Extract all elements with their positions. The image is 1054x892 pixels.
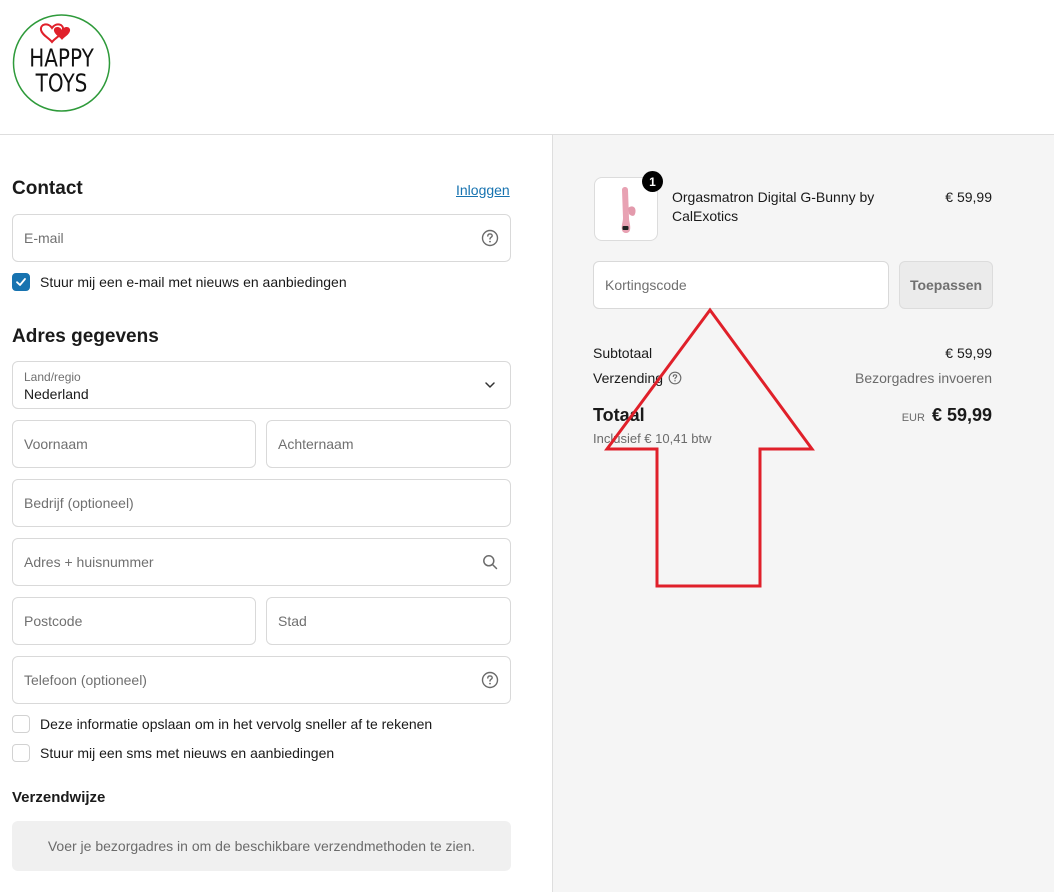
newsletter-label: Stuur mij een e-mail met nieuws en aanbi… (40, 274, 347, 290)
check-icon (16, 278, 26, 286)
product-price: € 59,99 (945, 189, 992, 205)
total-row-value: EUR € 59,99 (902, 405, 992, 426)
first-name-placeholder: Voornaam (24, 436, 88, 452)
apply-discount-button[interactable]: Toepassen (899, 261, 993, 309)
city-field[interactable]: Stad (266, 597, 511, 645)
save-info-checkbox-row[interactable]: Deze informatie opslaan om in het vervol… (12, 715, 432, 733)
country-value: Nederland (24, 386, 89, 402)
street-field[interactable]: Adres + huisnummer (12, 538, 511, 586)
postcode-placeholder: Postcode (24, 613, 83, 629)
shipping-title: Verzendwijze (12, 789, 106, 806)
sms-checkbox-row[interactable]: Stuur mij een sms met nieuws en aanbiedi… (12, 744, 334, 762)
subtotal-label: Subtotaal (593, 345, 653, 361)
happy-toys-logo[interactable]: HAPPY TOYS (12, 14, 111, 112)
sms-checkbox[interactable] (12, 744, 30, 762)
contact-title: Contact (12, 178, 83, 199)
shipping-info: Voer je bezorgadres in om de beschikbare… (12, 821, 511, 871)
sms-label: Stuur mij een sms met nieuws en aanbiedi… (40, 745, 335, 761)
country-select[interactable]: Land/regio Nederland (12, 361, 511, 409)
help-icon[interactable] (668, 371, 682, 385)
email-field[interactable]: E-mail (12, 214, 511, 262)
chevron-down-icon (481, 376, 499, 394)
newsletter-checkbox-row[interactable]: Stuur mij een e-mail met nieuws en aanbi… (12, 273, 347, 291)
email-placeholder: E-mail (24, 230, 64, 246)
order-summary: 1 Orgasmatron Digital G-Bunny by CalExot… (552, 135, 1054, 892)
address-title: Adres gegevens (12, 326, 159, 347)
total-label: Totaal (593, 405, 645, 425)
last-name-field[interactable]: Achternaam (266, 420, 511, 468)
login-link[interactable]: Inloggen (456, 182, 510, 198)
product-name: Orgasmatron Digital G-Bunny by CalExotic… (672, 189, 875, 224)
total-value: € 59,99 (931, 405, 992, 425)
quantity-badge: 1 (642, 171, 663, 192)
company-field[interactable]: Bedrijf (optioneel) (12, 479, 511, 527)
phone-field[interactable]: Telefoon (optioneel) (12, 656, 511, 704)
logo-text-line2: TOYS (35, 69, 88, 98)
search-icon (481, 553, 499, 571)
city-placeholder: Stad (278, 613, 307, 629)
help-icon[interactable] (481, 229, 499, 247)
shipping-value: Bezorgadres invoeren (855, 370, 992, 386)
last-name-placeholder: Achternaam (278, 436, 354, 452)
discount-code-placeholder: Kortingscode (605, 277, 687, 293)
help-icon[interactable] (481, 671, 499, 689)
phone-placeholder: Telefoon (optioneel) (24, 672, 147, 688)
header: HAPPY TOYS (0, 0, 1054, 135)
postcode-field[interactable]: Postcode (12, 597, 256, 645)
shipping-row-label: Verzending (593, 370, 682, 386)
first-name-field[interactable]: Voornaam (12, 420, 256, 468)
currency-code: EUR (901, 412, 925, 424)
country-label: Land/regio (24, 370, 81, 384)
save-info-label: Deze informatie opslaan om in het vervol… (40, 716, 433, 732)
product-thumbnail: 1 (594, 171, 663, 241)
shipping-label: Verzending (593, 370, 664, 386)
subtotal-value: € 59,99 (945, 345, 992, 361)
company-placeholder: Bedrijf (optioneel) (24, 495, 134, 511)
tax-note: Inclusief € 10,41 btw (593, 431, 712, 446)
newsletter-checkbox[interactable] (12, 273, 30, 291)
discount-code-field[interactable]: Kortingscode (593, 261, 889, 309)
save-info-checkbox[interactable] (12, 715, 30, 733)
street-placeholder: Adres + huisnummer (24, 554, 154, 570)
checkout-form: Contact Inloggen E-mail Stuur mij een e-… (0, 135, 552, 892)
